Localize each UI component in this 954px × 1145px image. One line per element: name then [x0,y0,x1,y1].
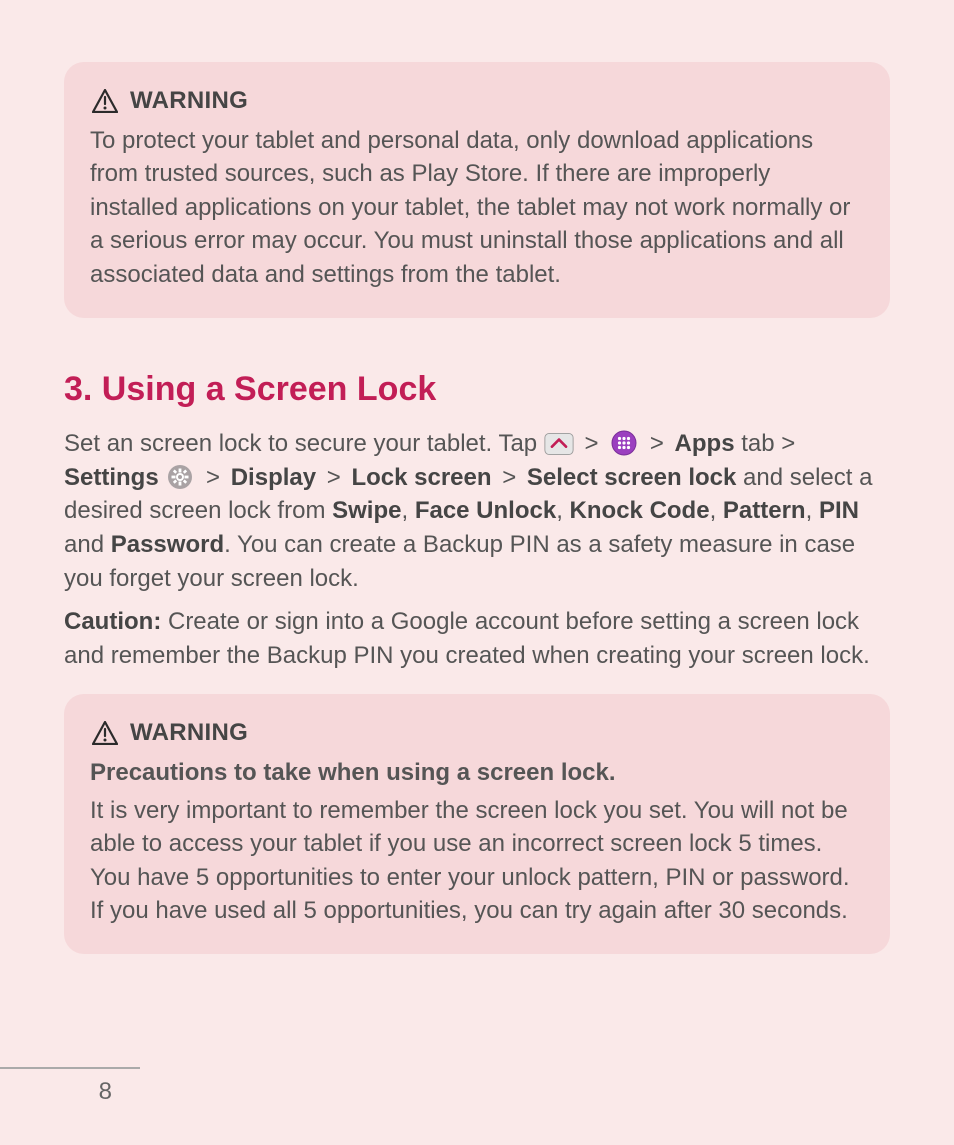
warning-icon [90,720,120,746]
separator: > [581,427,603,461]
gear-icon [165,464,195,490]
separator: > [323,461,345,495]
settings-bold: Settings [64,464,159,491]
warning-body: It is very important to remember the scr… [90,794,864,928]
warning-header: WARNING [90,84,864,118]
pattern-bold: Pattern [723,497,806,524]
comma: , [401,497,414,524]
comma: , [556,497,569,524]
and-text: and [64,531,111,558]
caution-label: Caution: [64,608,161,635]
home-icon [544,431,574,457]
password-bold: Password [111,531,224,558]
caution-body: Create or sign into a Google account bef… [64,608,870,669]
section-intro-paragraph: Set an screen lock to secure your tablet… [64,427,890,595]
warning-icon [90,88,120,114]
pin-bold: PIN [819,497,859,524]
apps-grid-icon [609,430,639,456]
caution-paragraph: Caution: Create or sign into a Google ac… [64,605,890,672]
swipe-bold: Swipe [332,497,401,524]
warning-box-screenlock: WARNING Precautions to take when using a… [64,694,890,954]
lockscreen-bold: Lock screen [351,464,491,491]
warning-subtitle: Precautions to take when using a screen … [90,756,864,790]
comma: , [806,497,819,524]
comma: , [710,497,723,524]
intro-text: Set an screen lock to secure your tablet… [64,430,544,457]
separator: > [202,461,224,495]
warning-title: WARNING [130,716,248,750]
page-number: 8 [0,1067,140,1109]
warning-header: WARNING [90,716,864,750]
selectlock-bold: Select screen lock [527,464,736,491]
section-heading: 3. Using a Screen Lock [64,366,890,414]
faceunlock-bold: Face Unlock [415,497,556,524]
warning-title: WARNING [130,84,248,118]
apps-tab-bold: Apps [675,430,735,457]
display-bold: Display [231,464,316,491]
separator: > [498,461,520,495]
knock-bold: Knock Code [570,497,710,524]
warning-box-download: WARNING To protect your tablet and perso… [64,62,890,318]
separator: > [646,427,668,461]
apps-suffix: tab > [741,430,795,457]
warning-body: To protect your tablet and personal data… [90,124,864,292]
